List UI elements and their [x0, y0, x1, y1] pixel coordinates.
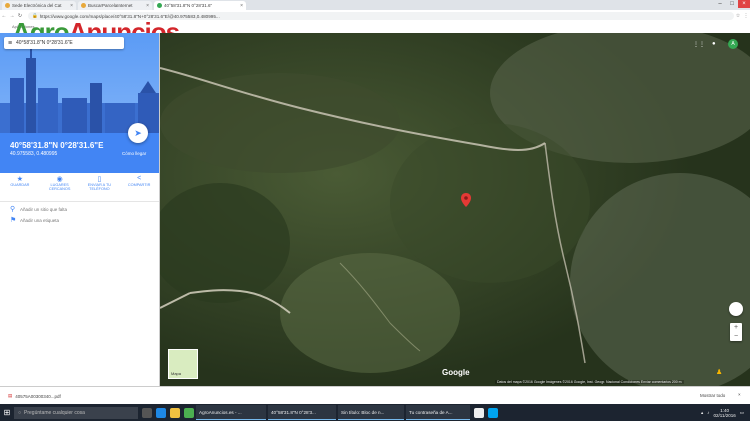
search-input[interactable]: 40°58'31.8"N 0°28'31.6"E [16, 40, 73, 46]
taskbar-app-password[interactable]: Tu contraseña de A... [406, 405, 470, 420]
location-pin-marker[interactable] [461, 193, 471, 207]
star-icon: ★ [16, 176, 24, 183]
hamburger-menu-icon[interactable]: ≡ [4, 40, 16, 47]
chrome-icon[interactable] [184, 407, 194, 418]
action-label: LUGARES CERCANOS [48, 183, 71, 191]
place-panel: ≡ 40°58'31.8"N 0°28'31.6"E 40°58'31.8"N … [0, 33, 160, 386]
search-placeholder: Pregúntame cualquier cosa [24, 409, 85, 416]
close-icon[interactable]: × [240, 3, 243, 9]
action-label: ENVIAR A TU TELÉFONO [87, 183, 112, 191]
zoom-out-button[interactable]: − [730, 332, 742, 341]
tab-label: BuscarParcelaInternet [88, 3, 133, 8]
add-label-text: Añadir una etiqueta [20, 217, 60, 223]
network-icon[interactable]: ▴ [701, 410, 703, 416]
action-label: GUARDAR [10, 183, 30, 187]
store-icon[interactable] [474, 407, 484, 418]
windows-start-icon[interactable]: ⊞ [0, 408, 14, 417]
coordinates-header: 40°58'31.8"N 0°28'31.6"E 40.975583, 0.48… [0, 123, 159, 173]
pdf-file-icon: ▤ [8, 393, 13, 398]
zoom-controls: + − [730, 323, 742, 341]
directions-button[interactable]: ➤ [128, 123, 148, 143]
place-hero-illustration: ≡ 40°58'31.8"N 0°28'31.6"E [0, 33, 159, 133]
clock-date: 02/11/2016 [713, 412, 736, 418]
layer-label: Mapa [171, 371, 182, 376]
save-button[interactable]: ★ GUARDAR [0, 173, 40, 201]
tab-sede-electronica[interactable]: Sede Electrónica del Cat × [2, 1, 76, 10]
tab-google-maps[interactable]: 40°58'31.8"N 0°28'31.6" × [154, 1, 246, 10]
volume-icon[interactable]: ♪ [707, 410, 709, 415]
close-icon[interactable]: × [146, 3, 149, 9]
compass-icon[interactable] [729, 302, 743, 316]
share-icon: < [137, 175, 142, 182]
action-buttons: ★ GUARDAR ◉ LUGARES CERCANOS ▯ ENVIAR A … [0, 173, 159, 202]
apps-grid-icon[interactable]: ⋮⋮ [693, 41, 705, 48]
taskbar-app-label: Tu contraseña de A... [409, 409, 453, 415]
back-icon[interactable]: ← [0, 13, 8, 19]
street-view-pegman-icon[interactable]: ♟ [716, 368, 722, 376]
zoom-in-button[interactable]: + [730, 323, 742, 332]
app-icon[interactable] [488, 407, 498, 418]
add-missing-place-link[interactable]: ⚲ Añadir un sitio que falta [10, 205, 67, 213]
windows-taskbar: ⊞ ○ Pregúntame cualquier cosa AgroAnunci… [0, 404, 750, 421]
close-icon[interactable]: × [70, 3, 73, 9]
download-item[interactable]: ▤ 40575A00300340...pdf [8, 393, 61, 399]
close-icon[interactable]: × [738, 392, 741, 397]
coordinates-dms: 40°58'31.8"N 0°28'31.6"E [10, 141, 104, 150]
flag-icon: ⚑ [10, 217, 17, 224]
phone-icon: ▯ [97, 176, 102, 183]
add-missing-place-label: Añadir un sitio que falta [20, 206, 68, 212]
file-explorer-icon[interactable] [170, 407, 180, 418]
google-watermark: Google [442, 368, 470, 377]
taskbar-app-maps[interactable]: 40°58'31.8"N 0°28'3... [268, 405, 336, 420]
show-all-downloads-link[interactable]: Mostrar todo [700, 393, 725, 398]
clock[interactable]: 1:40 02/11/2016 [714, 408, 736, 418]
bookmark-star-icon[interactable]: ☆ [734, 13, 742, 19]
taskbar-app-agroanuncios[interactable]: AgroAnuncios.es - ... [196, 405, 266, 420]
taskbar-app-label: Sin título: Bloc de n... [341, 409, 385, 415]
maps-favicon-icon [157, 3, 162, 8]
notifications-icon[interactable]: ● [712, 41, 716, 47]
browser-menu-icon[interactable]: ⋮ [742, 13, 750, 19]
location-pin-icon: ⚲ [10, 206, 16, 213]
avatar[interactable]: A [728, 39, 738, 49]
satellite-map[interactable]: ⋮⋮ ● A Mapa Google Datos del mapa ©2016 … [160, 33, 750, 386]
satellite-terrain [160, 33, 750, 386]
notifications-center-icon[interactable]: ▭ [740, 410, 744, 416]
maximize-icon[interactable]: □ [726, 0, 738, 8]
map-layer-toggle[interactable]: Mapa [168, 349, 198, 379]
favicon-icon [81, 3, 86, 8]
search-box[interactable]: ≡ 40°58'31.8"N 0°28'31.6"E [4, 37, 124, 49]
directions-label: Cómo llegar [122, 151, 147, 156]
download-bar: ▤ 40575A00300340...pdf Mostrar todo × [0, 386, 750, 405]
send-to-phone-button[interactable]: ▯ ENVIAR A TU TELÉFONO [80, 173, 120, 201]
tab-label: 40°58'31.8"N 0°28'31.6" [164, 3, 213, 8]
tab-buscar-parcela[interactable]: BuscarParcelaInternet × [78, 1, 152, 10]
taskbar-app-notepad[interactable]: Sin título: Bloc de n... [338, 405, 404, 420]
taskbar-app-label: AgroAnuncios.es - ... [199, 409, 242, 415]
taskbar-app-label: 40°58'31.8"N 0°28'3... [271, 409, 316, 415]
search-icon: ○ [18, 409, 22, 416]
map-attribution: Datos del mapa ©2016 Google Imágenes ©20… [495, 380, 684, 384]
share-button[interactable]: < COMPARTIR [119, 173, 159, 201]
minimize-icon[interactable]: – [714, 0, 726, 8]
action-label: COMPARTIR [127, 183, 151, 187]
add-label-link[interactable]: ⚑ Añadir una etiqueta [10, 216, 59, 224]
window-controls: – □ × [714, 0, 750, 8]
nearby-icon: ◉ [56, 176, 63, 183]
edge-icon[interactable] [156, 407, 166, 418]
browser-tab-bar: Sede Electrónica del Cat × BuscarParcela… [0, 0, 750, 10]
task-view-icon[interactable] [142, 407, 152, 418]
cortana-search-input[interactable]: ○ Pregúntame cualquier cosa [14, 406, 138, 419]
tab-label: Sede Electrónica del Cat [12, 3, 62, 8]
favicon-icon [5, 3, 10, 8]
download-filename: 40575A00300340...pdf [15, 393, 61, 399]
close-window-icon[interactable]: × [738, 0, 750, 8]
system-tray: ▴ ♪ 1:40 02/11/2016 ▭ [701, 408, 750, 418]
coordinates-decimal: 40.975583, 0.480995 [10, 151, 58, 157]
directions-arrow-icon: ➤ [134, 127, 142, 138]
nearby-button[interactable]: ◉ LUGARES CERCANOS [40, 173, 80, 201]
